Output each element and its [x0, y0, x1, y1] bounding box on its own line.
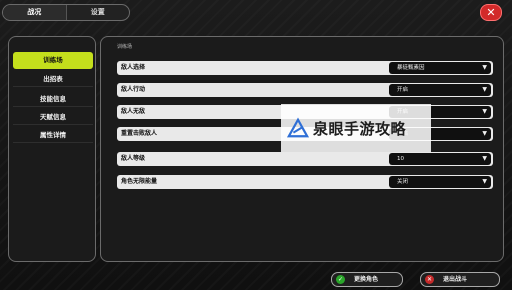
- enemy-select-dropdown[interactable]: 暴徒甄素因 ▼: [389, 62, 491, 74]
- watermark-overlay: 泉眼手游攻略: [281, 104, 431, 152]
- setting-label: 敌人选择: [121, 64, 146, 71]
- exit-battle-label: 退出战斗: [443, 276, 468, 283]
- close-button[interactable]: ✕: [480, 4, 502, 21]
- top-tab-bar: 战况 设置: [2, 4, 130, 21]
- setting-row-infinite-energy: 角色无限能量 关闭 ▼: [117, 175, 493, 189]
- enemy-level-dropdown[interactable]: 10 ▼: [389, 153, 491, 165]
- close-icon: ✕: [486, 6, 496, 19]
- setting-label: 敌人等级: [121, 155, 146, 162]
- setting-label: 角色无限能量: [121, 178, 158, 185]
- tab-battle-status[interactable]: 战况: [3, 5, 67, 20]
- confirm-icon: ✓: [336, 275, 345, 284]
- infinite-energy-dropdown[interactable]: 关闭 ▼: [389, 176, 491, 188]
- watermark-text: 泉眼手游攻略: [313, 119, 407, 138]
- chevron-down-icon: ▼: [482, 178, 487, 185]
- chevron-down-icon: ▼: [482, 86, 487, 93]
- dropdown-value: 关闭: [397, 179, 409, 185]
- dropdown-value: 开启: [397, 87, 409, 93]
- setting-row-enemy-action: 敌人行动 开启 ▼: [117, 83, 493, 97]
- exit-battle-button[interactable]: ✕ 退出战斗: [420, 272, 500, 287]
- sidebar-item-talent-info[interactable]: 天赋信息: [13, 110, 93, 125]
- sidebar-panel: 训练场 出招表 技能信息 天赋信息 属性详情: [8, 36, 96, 262]
- switch-character-label: 更换角色: [354, 276, 379, 283]
- tab-settings[interactable]: 设置: [67, 5, 130, 20]
- setting-row-enemy-select: 敌人选择 暴徒甄素因 ▼: [117, 61, 493, 75]
- chevron-down-icon: ▼: [482, 155, 487, 162]
- switch-character-button[interactable]: ✓ 更换角色: [331, 272, 403, 287]
- setting-label: 敌人行动: [121, 86, 146, 93]
- sidebar-item-training[interactable]: 训练场: [13, 52, 93, 69]
- setting-label: 重置击败敌人: [121, 130, 158, 137]
- watermark-logo-icon: [287, 117, 309, 138]
- dropdown-value: 10: [397, 156, 404, 162]
- sidebar-item-attribute-details[interactable]: 属性详情: [13, 128, 93, 143]
- enemy-action-dropdown[interactable]: 开启 ▼: [389, 84, 491, 96]
- setting-label: 敌人无敌: [121, 108, 146, 115]
- chevron-down-icon: ▼: [482, 130, 487, 137]
- chevron-down-icon: ▼: [482, 108, 487, 115]
- chevron-down-icon: ▼: [482, 64, 487, 71]
- setting-row-enemy-level: 敌人等级 10 ▼: [117, 152, 493, 166]
- section-title: 训练场: [117, 44, 133, 50]
- sidebar-item-skill-info[interactable]: 技能信息: [13, 92, 93, 107]
- cancel-icon: ✕: [425, 275, 434, 284]
- dropdown-value: 暴徒甄素因: [397, 65, 425, 71]
- sidebar-item-move-list[interactable]: 出招表: [13, 72, 93, 87]
